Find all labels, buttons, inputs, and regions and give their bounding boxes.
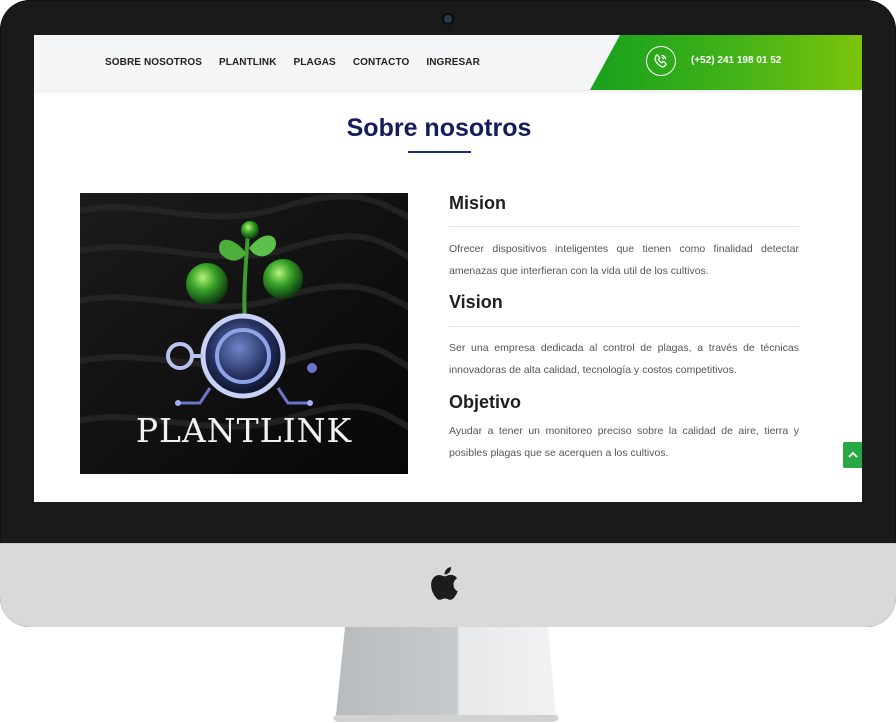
nav-link-plagas[interactable]: PLAGAS <box>294 57 336 68</box>
browser-screen: SOBRE NOSOTROS PLANTLINK PLAGAS CONTACTO… <box>34 35 862 502</box>
nav-link-sobre-nosotros[interactable]: SOBRE NOSOTROS <box>105 57 202 68</box>
nav-links: SOBRE NOSOTROS PLANTLINK PLAGAS CONTACTO… <box>105 35 480 90</box>
phone-icon <box>646 46 676 76</box>
phone-contact-band[interactable]: (+52) 241 198 01 52 <box>590 35 862 90</box>
vision-heading: Vision <box>449 292 503 312</box>
monitor-stand <box>333 627 559 722</box>
navbar: SOBRE NOSOTROS PLANTLINK PLAGAS CONTACTO… <box>34 35 862 90</box>
apple-logo-icon <box>431 567 458 600</box>
objetivo-heading: Objetivo <box>449 392 522 412</box>
monitor-frame: SOBRE NOSOTROS PLANTLINK PLAGAS CONTACTO… <box>0 0 896 627</box>
phone-number[interactable]: (+52) 241 198 01 52 <box>691 55 781 66</box>
page-title: Sobre nosotros <box>346 114 532 142</box>
objetivo-text: Ayudar a tener un monitoreo preciso sobr… <box>449 425 799 459</box>
vision-text: Ser una empresa dedicada al control de p… <box>449 342 799 376</box>
nav-link-contacto[interactable]: CONTACTO <box>353 57 410 68</box>
title-underline <box>408 151 471 153</box>
mision-divider <box>449 226 799 227</box>
vision-divider <box>449 326 799 327</box>
nav-link-plantlink[interactable]: PLANTLINK <box>219 57 277 68</box>
camera-icon <box>444 15 452 23</box>
mision-heading: Mision <box>449 193 506 213</box>
plantlink-brand-text: PLANTLINK <box>136 411 353 450</box>
nav-link-ingresar[interactable]: INGRESAR <box>426 57 480 68</box>
plantlink-logo-image: PLANTLINK <box>80 193 408 474</box>
scroll-to-top-button[interactable] <box>843 442 862 468</box>
chevron-up-icon <box>848 451 858 458</box>
mision-text: Ofrecer dispositivos inteligentes que ti… <box>449 243 799 277</box>
